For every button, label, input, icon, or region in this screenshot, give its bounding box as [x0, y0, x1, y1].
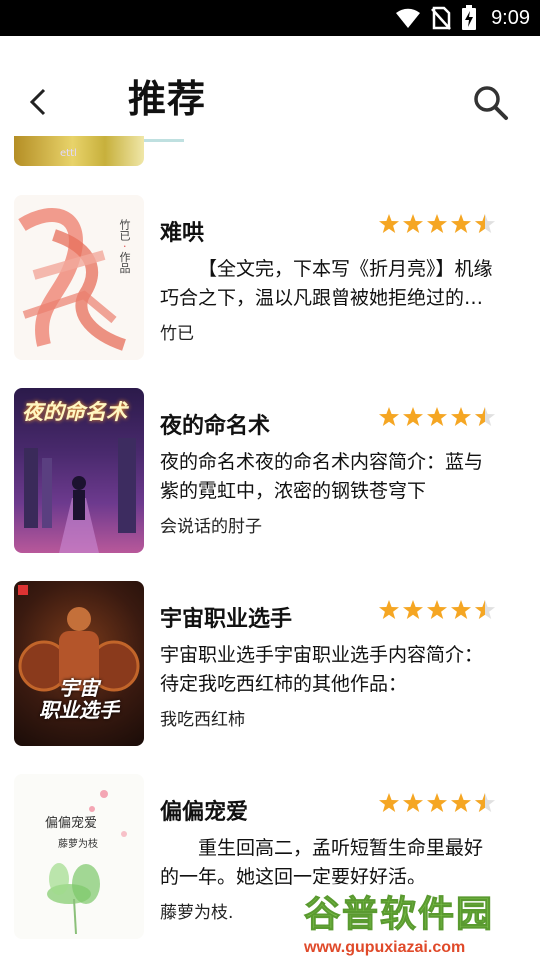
book-author: 竹已 — [160, 324, 194, 344]
chevron-left-icon — [29, 88, 46, 116]
svg-text:谷普软件园: 谷普软件园 — [304, 894, 494, 935]
book-cover: 偏偏宠爱 藤萝为枝 — [14, 774, 144, 939]
watermark-logo: 谷普软件园 www.gupuxiazai.com — [296, 884, 540, 960]
top-app-bar: 推荐 — [0, 36, 540, 142]
book-cover-partial[interactable]: ettl — [14, 136, 144, 166]
cover-title-line2: 职业选手 — [39, 698, 119, 722]
book-item[interactable]: 竹已 · 作品 难哄 【全文完，下本写《折月亮》】机缘巧合之下，温以凡跟曾被她拒… — [0, 195, 540, 360]
star-full-icon — [451, 407, 471, 426]
cover-tag: ettl — [60, 148, 77, 159]
no-sim-icon — [431, 6, 451, 30]
search-button[interactable] — [470, 82, 512, 124]
book-title: 夜的命名术 — [160, 414, 271, 439]
star-full-icon — [427, 407, 447, 426]
book-title: 偏偏宠爱 — [160, 800, 249, 825]
star-half-icon — [475, 793, 495, 812]
page-title: 推荐 — [128, 77, 207, 121]
star-full-icon — [451, 600, 471, 619]
star-full-icon — [403, 793, 423, 812]
cover-art — [47, 790, 127, 935]
wifi-icon — [396, 8, 421, 29]
cover-author-text: 竹已 — [118, 219, 131, 241]
star-half-icon — [475, 600, 495, 619]
book-description: 【全文完，下本写《折月亮》】机缘巧合之下，温以凡跟曾被她拒绝过的桑延 — [160, 258, 493, 309]
status-bar: 9:09 — [0, 0, 540, 36]
star-full-icon — [427, 600, 447, 619]
star-full-icon — [451, 214, 471, 233]
book-description: 夜的命名术夜的命名术内容简介：蓝与紫的霓虹中，浓密的钢铁苍穹下 — [160, 451, 484, 502]
book-author: 藤萝为枝. — [160, 903, 234, 923]
rating-stars — [378, 213, 496, 235]
watermark-graphic: 谷普软件园 www.gupuxiazai.com — [296, 884, 540, 960]
star-full-icon — [451, 793, 471, 812]
cover-author-text: 藤萝为枝 — [58, 839, 98, 850]
star-full-icon — [379, 407, 399, 426]
svg-text:www.gupuxiazai.com: www.gupuxiazai.com — [303, 939, 465, 956]
star-full-icon — [379, 793, 399, 812]
rating-stars — [378, 599, 496, 621]
rating-stars — [378, 406, 496, 428]
back-button[interactable] — [22, 84, 58, 120]
cover-title-line1: 宇宙 — [59, 676, 99, 700]
star-full-icon — [403, 407, 423, 426]
book-author: 会说话的肘子 — [160, 517, 262, 537]
star-half-icon — [475, 214, 495, 233]
book-list[interactable]: ettl 竹已 · 作品 难哄 【全文完，下本写《折月亮》】机缘巧合之下，温以凡… — [0, 136, 540, 960]
book-item[interactable]: 宇宙 职业选手 宇宙职业选手 宇宙职业选手宇宙职业选手内容简介：待定我吃西红柿的… — [0, 581, 540, 746]
book-cover: 夜的命名术 — [14, 388, 144, 553]
clock: 9:09 — [491, 6, 530, 29]
star-full-icon — [403, 214, 423, 233]
book-title: 宇宙职业选手 — [160, 607, 293, 632]
book-cover: 宇宙 职业选手 — [14, 581, 144, 746]
star-half-icon — [475, 407, 495, 426]
cover-title-text: 夜的命名术 — [22, 400, 127, 424]
battery-charging-icon — [462, 5, 477, 30]
book-title: 难哄 — [160, 221, 205, 246]
search-icon — [474, 86, 508, 120]
star-full-icon — [403, 600, 423, 619]
rating-stars — [378, 792, 496, 814]
cover-label-text: 作品 — [118, 251, 131, 274]
book-item[interactable]: 夜的命名术 夜的命名术 夜的命名术夜的命名术内容简介：蓝与紫的霓虹中，浓密的钢铁… — [0, 388, 540, 553]
star-full-icon — [427, 793, 447, 812]
cover-title-text: 偏偏宠爱 — [44, 816, 97, 831]
status-icons: 9:09 — [395, 0, 530, 36]
book-cover: 竹已 · 作品 — [14, 195, 144, 360]
star-full-icon — [379, 214, 399, 233]
book-author: 我吃西红柿 — [160, 710, 245, 730]
star-full-icon — [379, 600, 399, 619]
book-description: 宇宙职业选手宇宙职业选手内容简介：待定我吃西红柿的其他作品： — [160, 644, 484, 695]
star-full-icon — [427, 214, 447, 233]
